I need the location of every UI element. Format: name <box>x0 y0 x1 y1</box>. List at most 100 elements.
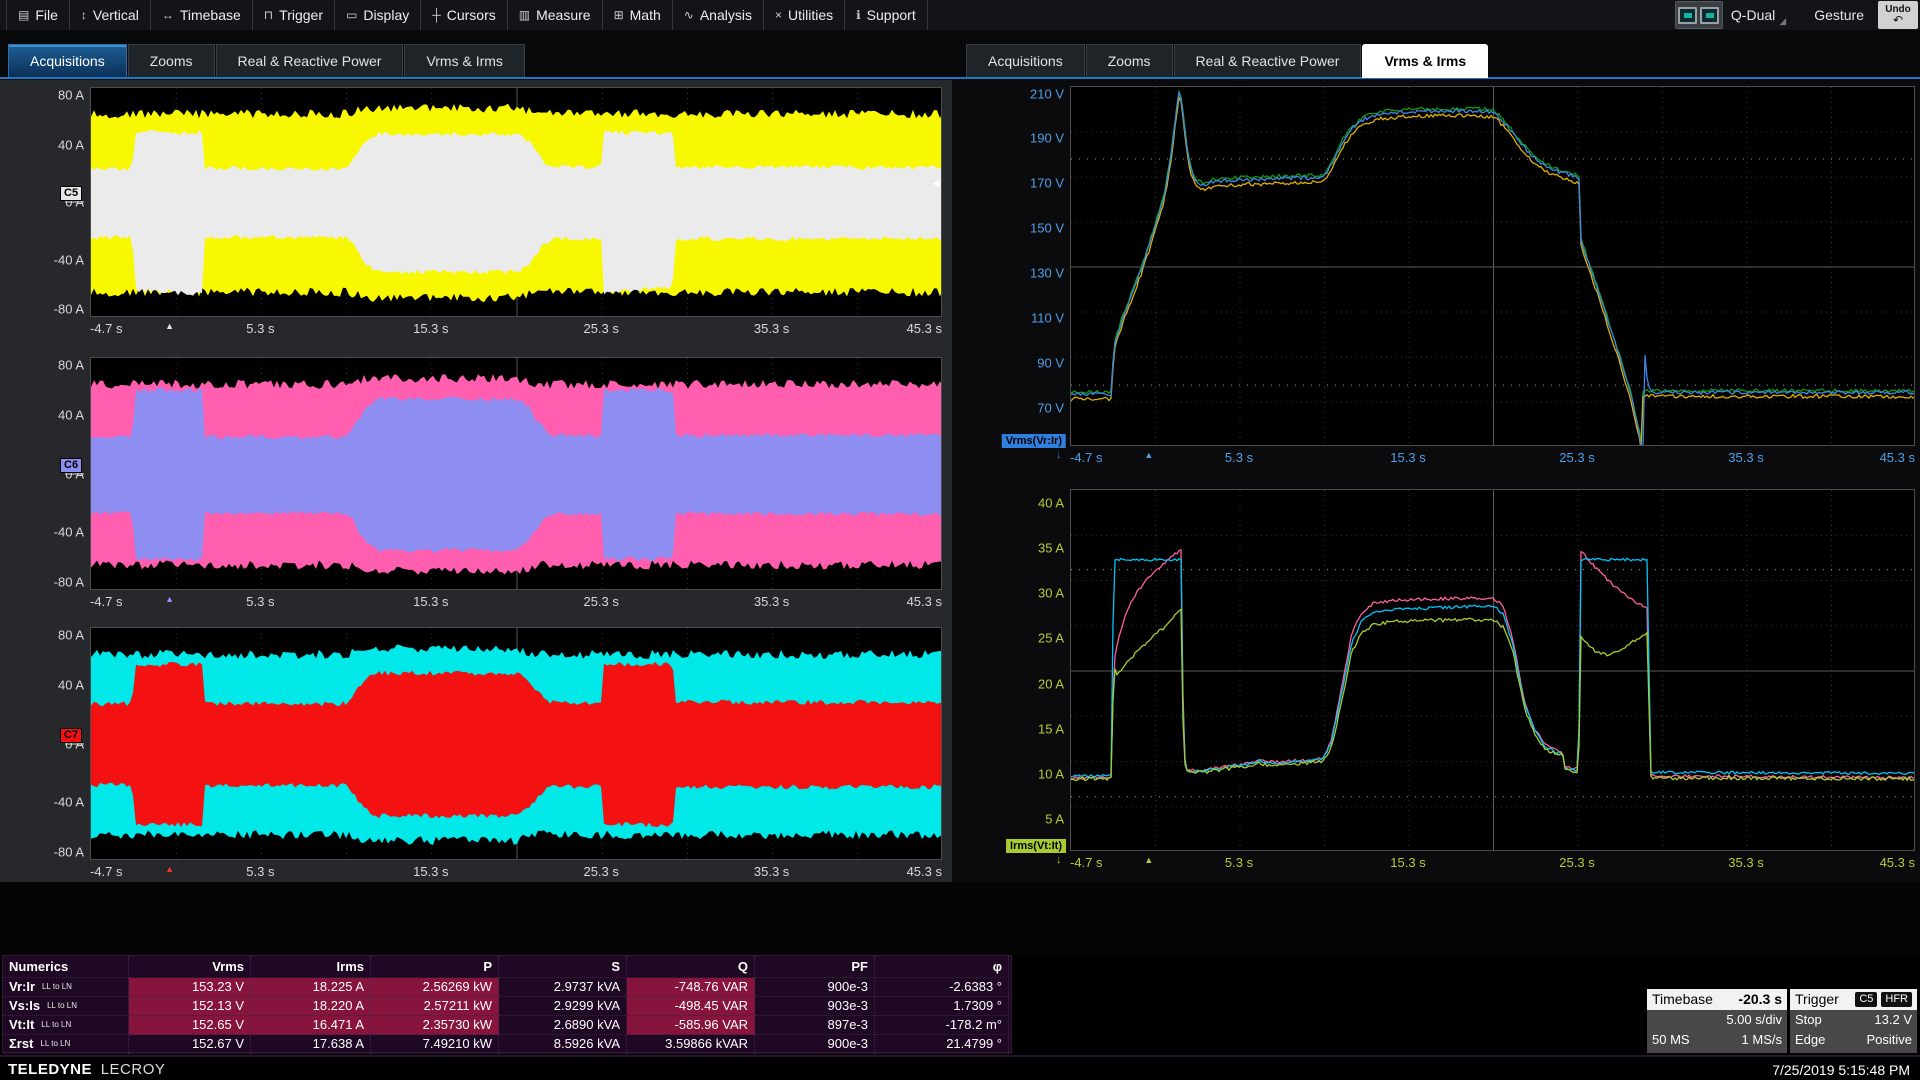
utilities-icon: × <box>775 8 782 22</box>
menu-item-vertical[interactable]: ↕ Vertical <box>70 0 151 30</box>
numerics-value: 2.56269 kW <box>371 978 499 997</box>
tab-real-reactive-power[interactable]: Real & Reactive Power <box>1174 44 1362 78</box>
numerics-value: 2.9299 kVA <box>499 997 627 1016</box>
tab-acquisitions[interactable]: Acquisitions <box>966 44 1085 78</box>
trigger-box[interactable]: Trigger C5 HFR Stop 13.2 V Edge Positive <box>1790 989 1917 1053</box>
plot-l1[interactable] <box>90 87 942 317</box>
vertical-icon: ↕ <box>81 8 87 22</box>
undo-button[interactable]: Undo ↶ <box>1878 1 1918 29</box>
numerics-value: 152.65 V <box>129 1016 251 1035</box>
menu-item-file[interactable]: ▤File <box>6 0 70 30</box>
numerics-col-header: Q <box>627 956 755 978</box>
menu-item-display[interactable]: ▭Display <box>335 0 421 30</box>
oscilloscope-app: ▤File↕Vertical↔Timebase⊓Trigger▭Display┼… <box>0 0 1920 1080</box>
tabset-right: AcquisitionsZoomsReal & Reactive PowerVr… <box>966 44 1489 77</box>
menu-item-label: Vertical <box>93 7 139 23</box>
plot-r1[interactable] <box>1070 86 1915 446</box>
tab-real-reactive-power[interactable]: Real & Reactive Power <box>216 44 404 78</box>
timebase-header: Timebase -20.3 s <box>1647 989 1787 1010</box>
trigger-coupling-badge: HFR <box>1881 992 1912 1007</box>
tab-vrms-irms[interactable]: Vrms & Irms <box>1362 44 1488 78</box>
tab-acquisitions[interactable]: Acquisitions <box>8 44 127 78</box>
numerics-row-label: ΣrstLL to LN <box>3 1035 129 1054</box>
menu-items: ▤File↕Vertical↔Timebase⊓Trigger▭Display┼… <box>0 0 928 30</box>
numerics-value: 16.471 A <box>251 1016 371 1035</box>
descriptor-strip: C1BD1200 V0.00 VC2BD1200 V0.00 VC3BD1200… <box>0 882 1920 955</box>
gesture-button[interactable]: Gesture <box>1814 7 1864 23</box>
timebase-sdiv: 5.00 s/div <box>1726 1010 1782 1030</box>
plot-l2[interactable] <box>90 357 942 590</box>
trigger-type: Edge <box>1795 1030 1825 1050</box>
brand-teledyne: TELEDYNE <box>8 1061 92 1078</box>
menu-right-cluster: Q-Dual ◢ Gesture Undo ↶ <box>1675 0 1920 30</box>
numerics-value: 18.220 A <box>251 997 371 1016</box>
dual-grid-button[interactable] <box>1675 1 1723 29</box>
menu-item-analysis[interactable]: ∿Analysis <box>673 0 764 30</box>
math-icon: ⊞ <box>614 8 624 22</box>
trigger-mode-row: Stop 13.2 V <box>1790 1010 1917 1030</box>
numerics-value: 1.7309 ° <box>875 997 1009 1016</box>
menu-item-label: Trigger <box>279 7 323 23</box>
wiring-badge: LL to LN <box>40 1039 70 1048</box>
timebase-box[interactable]: Timebase -20.3 s 5.00 s/div 50 MS 1 MS/s <box>1647 989 1787 1053</box>
trigger-header: Trigger C5 HFR <box>1790 989 1917 1010</box>
menu-item-label: Measure <box>536 7 590 23</box>
waveform-svg-r2 <box>1071 490 1915 851</box>
menu-item-label: Timebase <box>180 7 241 23</box>
menu-item-trigger[interactable]: ⊓Trigger <box>253 0 335 30</box>
trigger-type-row: Edge Positive <box>1790 1030 1917 1050</box>
menu-item-timebase[interactable]: ↔Timebase <box>151 0 253 30</box>
wiring-badge: LL to LN <box>41 1020 71 1029</box>
numerics-value: -2.6383 ° <box>875 978 1009 997</box>
plot-l3[interactable] <box>90 627 942 860</box>
numerics-table: NumericsVrmsIrmsPSQPFφVr:IrLL to LN153.2… <box>2 955 1012 1053</box>
waveform-svg-l1 <box>91 88 942 317</box>
numerics-col-header: P <box>371 956 499 978</box>
numerics-col-header: Vrms <box>129 956 251 978</box>
numerics-value: -498.45 VAR <box>627 997 755 1016</box>
tab-zooms[interactable]: Zooms <box>128 44 215 78</box>
waveform-svg-l2 <box>91 358 942 590</box>
menu-bar: ▤File↕Vertical↔Timebase⊓Trigger▭Display┼… <box>0 0 1920 30</box>
grid-screen-icon <box>1700 7 1719 24</box>
menu-item-math[interactable]: ⊞Math <box>603 0 673 30</box>
numerics-value: 153.23 V <box>129 978 251 997</box>
menu-item-label: Utilities <box>788 7 833 23</box>
menu-item-cursors[interactable]: ┼Cursors <box>421 0 508 30</box>
numerics-row: Vt:ItLL to LN152.65 V16.471 A2.35730 kW2… <box>3 1016 1011 1035</box>
plot-r2[interactable] <box>1070 489 1915 851</box>
menu-item-measure[interactable]: ▥Measure <box>508 0 603 30</box>
timebase-title: Timebase <box>1652 989 1713 1010</box>
trace-tag-l1[interactable]: C5 <box>60 186 82 201</box>
trigger-mode: Stop <box>1795 1010 1822 1030</box>
numerics-header-row: NumericsVrmsIrmsPSQPFφ <box>3 956 1011 978</box>
numerics-value: 152.13 V <box>129 997 251 1016</box>
qdual-label[interactable]: Q-Dual <box>1731 7 1775 23</box>
menu-item-support[interactable]: ℹSupport <box>845 0 928 30</box>
menu-item-label: File <box>35 7 58 23</box>
menu-item-label: Support <box>867 7 916 23</box>
analysis-icon: ∿ <box>684 8 694 22</box>
trace-tag-l2[interactable]: C6 <box>60 458 82 473</box>
trigger-source-badge: C5 <box>1855 992 1877 1007</box>
trace-tag-r1[interactable]: Vrms(Vr:Ir) <box>1002 434 1066 448</box>
numerics-value: 897e-3 <box>755 1016 875 1035</box>
numerics-title: Numerics <box>3 956 129 978</box>
numerics-value: -585.96 VAR <box>627 1016 755 1035</box>
numerics-value: 7.49210 kW <box>371 1035 499 1054</box>
numerics-value: 2.9737 kVA <box>499 978 627 997</box>
menu-item-utilities[interactable]: × Utilities <box>764 0 845 30</box>
trace-tag-r2[interactable]: Irms(Vt:It) <box>1006 839 1066 853</box>
numerics-value: 900e-3 <box>755 978 875 997</box>
numerics-value: 2.6890 kVA <box>499 1016 627 1035</box>
tabset-left: AcquisitionsZoomsReal & Reactive PowerVr… <box>8 44 526 77</box>
numerics-value: 21.4799 ° <box>875 1035 1009 1054</box>
trigger-level: 13.2 V <box>1874 1010 1912 1030</box>
brand-lecroy: LECROY <box>101 1061 166 1078</box>
numerics-value: 2.57211 kW <box>371 997 499 1016</box>
cursors-icon: ┼ <box>432 8 441 22</box>
trace-tag-l3[interactable]: C7 <box>60 728 82 743</box>
tab-vrms-irms[interactable]: Vrms & Irms <box>404 44 524 78</box>
tab-zooms[interactable]: Zooms <box>1086 44 1173 78</box>
numerics-value: -178.2 m° <box>875 1016 1009 1035</box>
